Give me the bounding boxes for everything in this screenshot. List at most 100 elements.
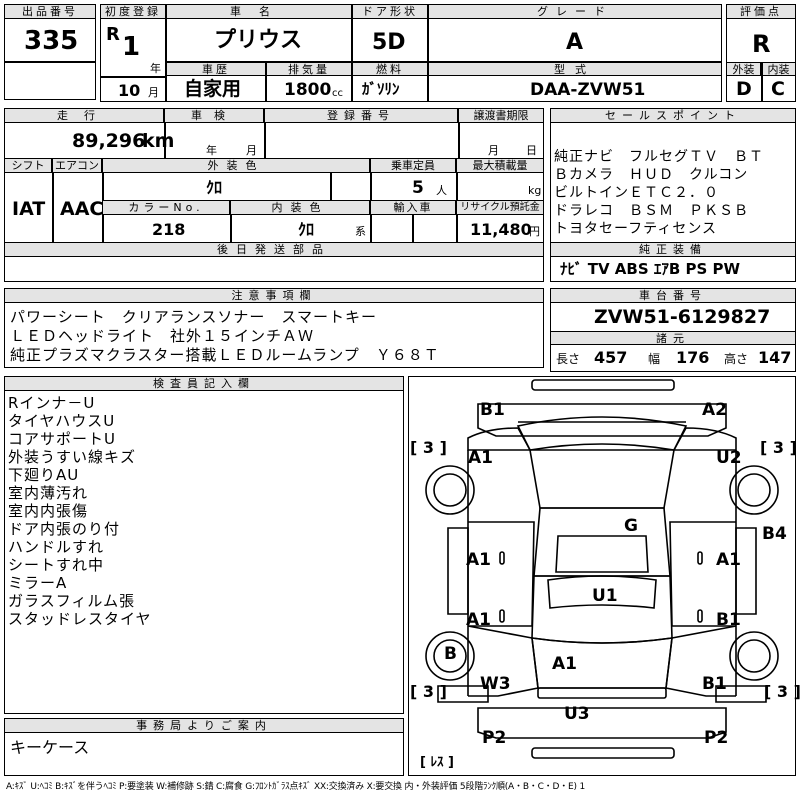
int-color-unit: 系 xyxy=(355,225,366,238)
door-type: 5D xyxy=(372,30,406,55)
mark-u2-fr: U2 xyxy=(716,448,742,468)
inspector-line: Rインナ－U xyxy=(8,394,96,412)
office-text: キーケース xyxy=(10,738,90,757)
int-score: C xyxy=(771,78,785,100)
ext-score: D xyxy=(736,78,752,100)
reg-month: 10 xyxy=(118,81,141,100)
era: R xyxy=(106,24,120,45)
mark-a1-rf-door: A1 xyxy=(716,550,741,570)
mark-p2-right: P2 xyxy=(704,728,729,748)
fuel: ｶﾞｿﾘﾝ xyxy=(362,80,400,98)
car-name-label: 車名 xyxy=(166,4,352,19)
inspector-line: ハンドルすれ xyxy=(8,538,105,556)
spare-tire: [ ﾚｽ ] xyxy=(420,755,454,770)
inspector-line: ドア内張のり付 xyxy=(8,520,121,538)
later-parts-label: 後日発送部品 xyxy=(4,242,544,257)
tire-fl: [ 3 ] xyxy=(410,438,447,457)
lot-number: 335 xyxy=(24,26,79,56)
inspector-line: 室内薄汚れ xyxy=(8,484,89,502)
inspector-line: タイヤハウスU xyxy=(8,412,116,430)
notes-text: パワーシート クリアランスソナー スマートキー ＬＥＤヘッドライト 社外１５インチ… xyxy=(10,308,540,365)
displacement: 1800 xyxy=(284,80,332,100)
chassis-number: ZVW51-6129827 xyxy=(594,306,771,328)
score-label: 評価点 xyxy=(726,4,796,19)
sales-points: 純正ナビ フルセグＴＶ ＢＴ Ｂカメラ ＨＵＤ クルコン ビルトインＥＴＣ２．０ ドラ… xyxy=(554,148,794,238)
ext-color: ｸﾛ xyxy=(206,178,223,197)
reg-year: 1 xyxy=(122,32,141,62)
mark-g-roof: G xyxy=(624,516,638,536)
color-no-label: カラーNo. xyxy=(102,200,230,215)
reg-no-label: 登録番号 xyxy=(264,108,458,123)
grade: A xyxy=(566,30,584,55)
notes-label: 注意事項欄 xyxy=(4,288,544,303)
inspector-label: 検査員記入欄 xyxy=(4,376,404,391)
max-load-label: 最大積載量 xyxy=(456,158,544,173)
height-label: 高さ xyxy=(724,352,749,366)
inspector-line: 室内内張傷 xyxy=(8,502,89,520)
year-unit: 年 xyxy=(150,62,161,75)
transfer-day-unit: 日 xyxy=(526,144,537,157)
int-score-label: 内装 xyxy=(761,62,796,76)
length-label: 長さ xyxy=(556,352,581,366)
capacity: 5 xyxy=(412,178,424,198)
model-label: 型式 xyxy=(428,62,722,76)
recycle-unit: 円 xyxy=(529,225,540,238)
office-label: 事務局よりご案内 xyxy=(4,718,404,733)
mark-u1-center: U1 xyxy=(592,586,618,606)
color-no: 218 xyxy=(152,220,186,239)
inspector-line: ミラーA xyxy=(8,574,68,592)
insp-year-unit: 年 xyxy=(206,144,217,157)
mark-b1-top: B1 xyxy=(480,400,505,420)
recycle: 11,480 xyxy=(470,220,532,239)
mark-a1-lf-door: A1 xyxy=(466,550,491,570)
insp-month-unit: 月 xyxy=(246,144,257,157)
mark-b1-rr: B1 xyxy=(702,674,727,694)
transfer-month-unit: 月 xyxy=(488,144,499,157)
notes-line: 純正プラズマクラスター搭載ＬＥＤルームランプ Ｙ６８Ｔ xyxy=(10,346,440,364)
mileage-unit: km xyxy=(142,130,175,152)
sales-point-line: Ｂカメラ ＨＵＤ クルコン xyxy=(554,167,749,183)
sales-point-line: トヨタセーフティセンス xyxy=(554,221,718,237)
equip-label: 純正装備 xyxy=(550,242,796,257)
history: 自家用 xyxy=(184,78,242,100)
sales-point-line: 純正ナビ フルセグＴＶ ＢＴ xyxy=(554,149,764,165)
spec-label: 諸元 xyxy=(550,331,796,345)
inspector-notes: Rインナ－U タイヤハウスU コアサポートU 外装うすい線キズ 下廻りAU 室内薄汚れ 室内… xyxy=(8,394,398,628)
mark-a2-top: A2 xyxy=(702,400,727,420)
width-label: 幅 xyxy=(648,352,661,366)
inspection-label: 車検 xyxy=(164,108,264,123)
lot-label: 出品番号 xyxy=(4,4,96,19)
mark-b1-rr-door: B1 xyxy=(716,610,741,630)
door-label: ドア形状 xyxy=(352,4,428,19)
sales-point-line: ビルトインＥＴＣ２．０ xyxy=(554,185,719,201)
ac-label: エアコン xyxy=(52,158,102,173)
mileage: 89,296 xyxy=(72,130,146,152)
car-name: プリウス xyxy=(214,28,303,53)
int-color-label: 内装色 xyxy=(230,200,370,215)
tire-rl: [ 3 ] xyxy=(410,682,447,701)
shift-label: シフト xyxy=(4,158,52,173)
car-diagram xyxy=(425,379,779,759)
recycle-label: リサイクル預託金 xyxy=(456,200,544,215)
inspector-line: スタッドレスタイヤ xyxy=(8,610,152,628)
notes-line: ＬＥＤヘッドライト 社外１５インチＡＷ xyxy=(10,327,315,345)
length: 457 xyxy=(594,348,628,367)
import-label: 輸入車 xyxy=(370,200,456,215)
mark-p2-left: P2 xyxy=(482,728,507,748)
inspector-line: 下廻りAU xyxy=(8,466,80,484)
max-load-unit: kg xyxy=(528,184,542,197)
first-reg-label: 初度登録 xyxy=(100,4,166,19)
mileage-label: 走行 xyxy=(4,108,164,123)
fuel-label: 燃料 xyxy=(352,62,428,76)
int-color: ｸﾛ xyxy=(298,220,315,239)
inspector-line: ガラスフィルム張 xyxy=(8,592,136,610)
tire-rr: [ 3 ] xyxy=(764,682,800,701)
mark-b-lr-wheel: B xyxy=(444,644,457,664)
damage-legend: A:ｷｽﾞ U:ﾍｺﾐ B:ｷｽﾞを伴うﾍｺﾐ P:要塗装 W:補修跡 S:錆 … xyxy=(6,782,585,792)
mark-a1-rear: A1 xyxy=(552,654,577,674)
ext-color-label: 外装色 xyxy=(102,158,370,173)
inspector-line: コアサポートU xyxy=(8,430,116,448)
ac: AAC xyxy=(60,198,104,220)
model: DAA-ZVW51 xyxy=(530,80,646,100)
capacity-label: 乗車定員 xyxy=(370,158,456,173)
